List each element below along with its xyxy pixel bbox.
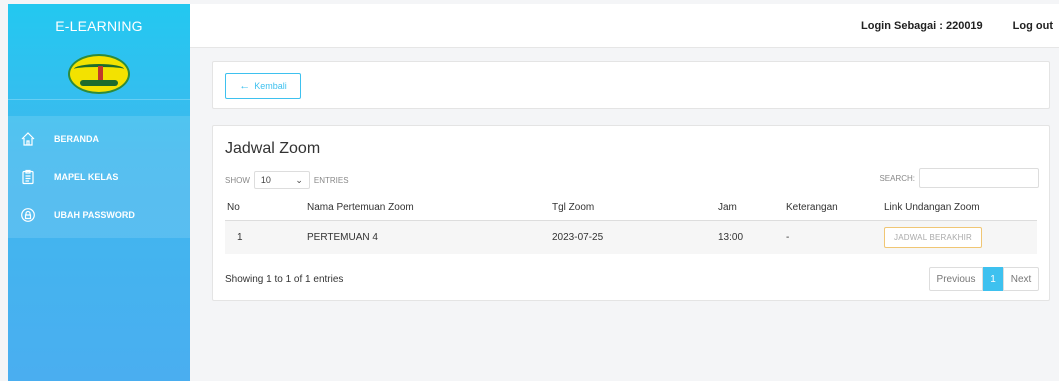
lock-icon bbox=[20, 207, 36, 223]
chevron-down-icon: ⌄ bbox=[295, 174, 303, 185]
sidebar-item-label: UBAH PASSWORD bbox=[54, 210, 135, 220]
cell-no: 1 bbox=[225, 220, 307, 254]
pagination-next[interactable]: Next bbox=[1003, 267, 1039, 291]
sidebar-item-ubah-password[interactable]: UBAH PASSWORD bbox=[8, 196, 190, 234]
zoom-table: No Nama Pertemuan Zoom Tgl Zoom Jam Kete… bbox=[225, 196, 1037, 254]
cell-jam: 13:00 bbox=[718, 220, 786, 254]
logo-container bbox=[8, 48, 190, 100]
cell-tgl: 2023-07-25 bbox=[552, 220, 718, 254]
column-header-jam[interactable]: Jam bbox=[718, 196, 786, 221]
home-icon bbox=[20, 131, 36, 147]
top-bar: Login Sebagai : 220019 Log out bbox=[190, 4, 1059, 48]
table-row: 1 PERTEMUAN 4 2023-07-25 13:00 - JADWAL … bbox=[225, 220, 1037, 254]
search-control: SEARCH: bbox=[879, 168, 1039, 188]
pagination-page-1[interactable]: 1 bbox=[983, 267, 1003, 291]
column-header-link[interactable]: Link Undangan Zoom bbox=[884, 196, 1037, 221]
school-logo bbox=[68, 53, 130, 94]
sidebar: E-LEARNING BERANDA MAPEL KELAS UBAH PASS… bbox=[8, 4, 190, 381]
back-button[interactable]: ← Kembali bbox=[225, 73, 301, 99]
sidebar-menu: BERANDA MAPEL KELAS UBAH PASSWORD bbox=[8, 116, 190, 238]
cell-nama: PERTEMUAN 4 bbox=[307, 220, 552, 254]
zoom-schedule-card: Jadwal Zoom SHOW 10 ⌄ ENTRIES SEARCH: No… bbox=[212, 125, 1050, 301]
column-header-nama[interactable]: Nama Pertemuan Zoom bbox=[307, 196, 552, 221]
column-header-tgl[interactable]: Tgl Zoom bbox=[552, 196, 718, 221]
card-title: Jadwal Zoom bbox=[225, 140, 321, 157]
sidebar-item-beranda[interactable]: BERANDA bbox=[8, 120, 190, 158]
entries-value: 10 bbox=[260, 175, 271, 185]
cell-keterangan: - bbox=[786, 220, 884, 254]
logout-link[interactable]: Log out bbox=[1013, 20, 1053, 32]
table-info: Showing 1 to 1 of 1 entries bbox=[225, 274, 344, 285]
pagination: Previous 1 Next bbox=[929, 267, 1039, 291]
entries-control: SHOW 10 ⌄ ENTRIES bbox=[225, 171, 349, 189]
back-card: ← Kembali bbox=[212, 61, 1050, 109]
pagination-previous[interactable]: Previous bbox=[929, 267, 983, 291]
sidebar-item-label: MAPEL KELAS bbox=[54, 172, 119, 182]
schedule-ended-button[interactable]: JADWAL BERAKHIR bbox=[884, 226, 982, 248]
arrow-left-icon: ← bbox=[239, 80, 251, 92]
column-header-keterangan[interactable]: Keterangan bbox=[786, 196, 884, 221]
login-status: Login Sebagai : 220019 bbox=[861, 19, 983, 32]
cell-link: JADWAL BERAKHIR bbox=[884, 220, 1037, 254]
entries-label: ENTRIES bbox=[313, 175, 349, 185]
back-button-label: Kembali bbox=[254, 81, 287, 91]
clipboard-icon bbox=[20, 169, 36, 185]
column-header-no[interactable]: No bbox=[225, 196, 307, 221]
sidebar-item-label: BERANDA bbox=[54, 134, 99, 144]
sidebar-item-mapel-kelas[interactable]: MAPEL KELAS bbox=[8, 158, 190, 196]
table-header-row: No Nama Pertemuan Zoom Tgl Zoom Jam Kete… bbox=[225, 196, 1037, 221]
entries-select[interactable]: 10 ⌄ bbox=[253, 171, 310, 189]
app-brand: E-LEARNING bbox=[55, 18, 143, 34]
search-input[interactable] bbox=[919, 168, 1039, 188]
search-label: SEARCH: bbox=[879, 173, 915, 183]
show-label: SHOW bbox=[225, 175, 250, 185]
